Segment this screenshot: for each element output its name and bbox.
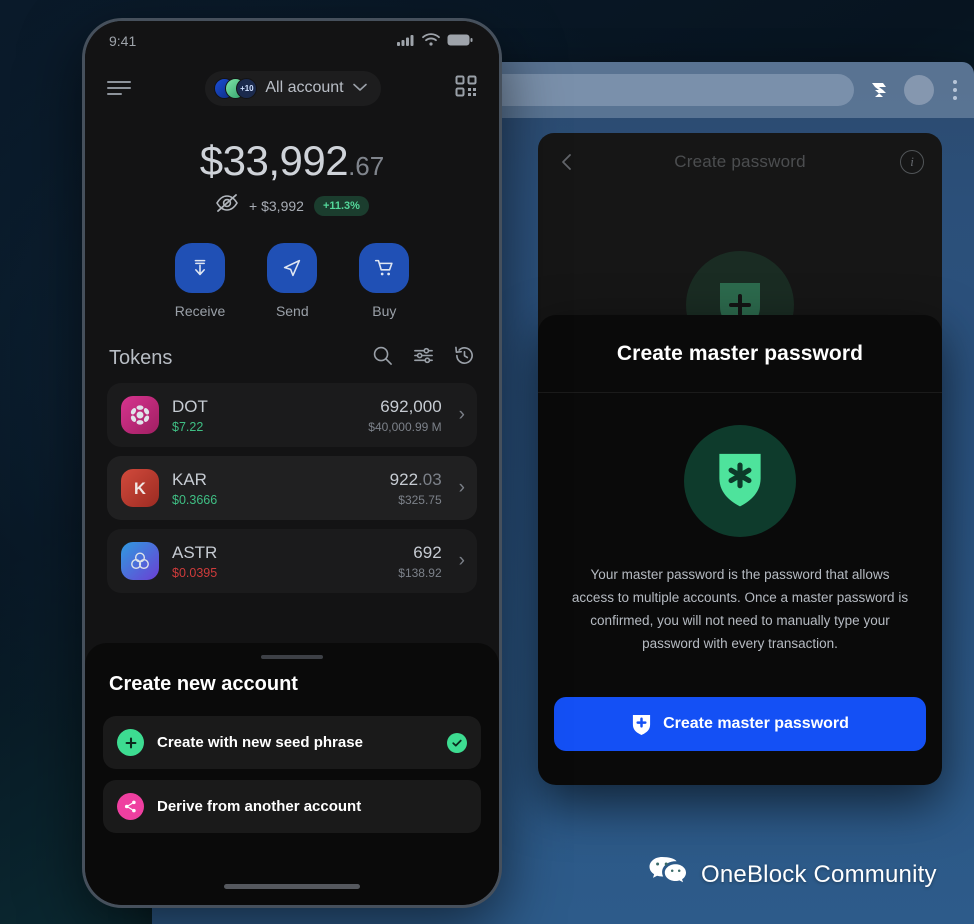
shield-asterisk-icon — [684, 425, 796, 537]
account-count-badge: +10 — [236, 77, 258, 99]
page-title: Create password — [674, 152, 806, 171]
list-item[interactable]: Create with new seed phrase — [103, 716, 481, 769]
balance-amount: $33,992.67 — [85, 137, 499, 185]
modal-body: Your master password is the password tha… — [538, 393, 942, 655]
astar-token-icon — [121, 542, 159, 580]
kebab-menu-icon[interactable] — [946, 80, 964, 100]
status-bar-time: 9:41 — [109, 33, 137, 49]
action-receive[interactable]: Receive — [174, 243, 226, 319]
action-send[interactable]: Send — [267, 243, 318, 319]
watermark: OneBlock Community — [648, 855, 937, 894]
plus-circle-icon — [117, 729, 144, 756]
status-bar: 9:41 — [85, 21, 499, 61]
cellular-signal-icon — [397, 33, 415, 49]
phone-screen: 9:41 +10 All account $33,992.67 + $3,992… — [85, 21, 499, 905]
list-item[interactable]: Derive from another account — [103, 780, 481, 833]
subwallet-extension-icon[interactable] — [866, 77, 892, 103]
action-buy[interactable]: Buy — [359, 243, 410, 319]
filter-sliders-icon[interactable] — [413, 345, 434, 371]
create-account-sheet: Create new account Create with new seed … — [85, 643, 499, 905]
sheet-title: Create new account — [109, 673, 298, 695]
token-value: $138.92 — [398, 565, 442, 580]
table-row[interactable]: DOT $7.22 692,000 $40,000.99 M › — [107, 383, 477, 447]
token-symbol: ASTR — [172, 542, 218, 562]
chevron-left-icon[interactable] — [556, 151, 578, 173]
screenshot-root: Create password i Create master password — [0, 0, 974, 924]
chevron-right-icon[interactable]: › — [455, 477, 465, 499]
tokens-section-header: Tokens — [85, 345, 499, 371]
list-item-label: Derive from another account — [157, 798, 362, 815]
phone-mockup: 9:41 +10 All account $33,992.67 + $3,992… — [82, 18, 502, 908]
check-circle-icon — [447, 732, 467, 753]
chevron-right-icon[interactable]: › — [455, 404, 465, 426]
sheet-grabber[interactable] — [261, 655, 323, 659]
search-icon[interactable] — [372, 345, 393, 371]
table-row[interactable]: K KAR $0.3666 922.03 $325.75 › — [107, 456, 477, 520]
cta-label: Create master password — [663, 715, 849, 732]
sheet-options: Create with new seed phrase Derive from … — [103, 716, 481, 833]
token-price: $0.3666 — [172, 492, 218, 507]
svg-text:K: K — [134, 480, 146, 498]
wechat-icon — [648, 855, 688, 894]
action-label: Buy — [372, 303, 397, 319]
share-nodes-icon — [117, 793, 144, 820]
action-label: Receive — [174, 303, 226, 319]
quick-actions: Receive Send Buy — [85, 243, 499, 319]
wifi-icon — [422, 33, 440, 49]
token-amount: 692,000 — [380, 396, 442, 416]
polkadot-token-icon — [121, 396, 159, 434]
tokens-title: Tokens — [109, 346, 173, 369]
home-indicator — [224, 884, 360, 889]
token-amount: 692 — [413, 542, 442, 562]
create-master-password-modal: Create master password Your master passw… — [538, 315, 942, 785]
page-header: Create password i — [538, 133, 942, 191]
token-amount: 922.03 — [389, 469, 442, 489]
token-symbol: DOT — [172, 396, 208, 416]
balance-percent-badge: +11.3% — [313, 195, 369, 216]
balance-whole: $33,992 — [199, 137, 349, 184]
balance-cents: .67 — [348, 151, 385, 181]
shield-plus-icon — [631, 713, 652, 736]
history-clock-icon[interactable] — [454, 345, 475, 371]
table-row[interactable]: ASTR $0.0395 692 $138.92 › — [107, 529, 477, 593]
token-list: DOT $7.22 692,000 $40,000.99 M › K KAR $… — [85, 383, 499, 593]
list-item-label: Create with new seed phrase — [157, 734, 363, 751]
eye-off-icon[interactable] — [215, 194, 239, 217]
account-selector-label: All account — [265, 79, 344, 96]
token-price: $7.22 — [172, 419, 204, 434]
account-selector[interactable]: +10 All account — [205, 70, 381, 106]
action-label: Send — [275, 303, 309, 319]
balance-change: + $3,992 — [249, 197, 304, 214]
battery-full-icon — [447, 33, 473, 49]
profile-avatar-icon[interactable] — [904, 75, 934, 105]
modal-title: Create master password — [616, 341, 864, 365]
qr-scan-icon[interactable] — [455, 75, 477, 102]
modal-description: Your master password is the password tha… — [571, 567, 909, 651]
send-paper-plane-icon — [267, 243, 318, 293]
receive-download-icon — [175, 243, 225, 293]
token-value: $325.75 — [398, 492, 442, 507]
create-master-password-button[interactable]: Create master password — [554, 697, 926, 751]
app-bar: +10 All account — [85, 61, 499, 115]
balance-subline: + $3,992 +11.3% — [85, 194, 499, 217]
buy-cart-icon — [359, 243, 410, 293]
watermark-text: OneBlock Community — [701, 860, 937, 888]
balance-block: $33,992.67 + $3,992 +11.3% — [85, 137, 499, 217]
token-price: $0.0395 — [172, 565, 218, 580]
modal-header: Create master password — [538, 315, 942, 393]
chevron-down-icon — [352, 79, 367, 97]
token-value: $40,000.99 M — [368, 419, 442, 434]
karura-token-icon: K — [121, 469, 159, 507]
token-symbol: KAR — [172, 469, 207, 489]
chevron-right-icon[interactable]: › — [455, 550, 465, 572]
info-icon[interactable]: i — [900, 150, 924, 174]
hamburger-menu-icon[interactable] — [107, 81, 131, 95]
account-avatar-stack: +10 — [214, 77, 258, 99]
